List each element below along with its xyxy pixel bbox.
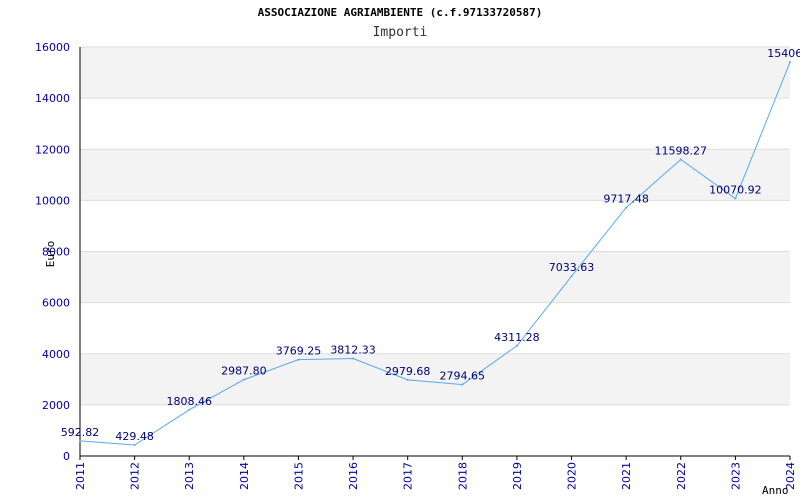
grid-band [80, 98, 790, 150]
y-tick-label: 10000 [35, 194, 70, 207]
data-point [352, 357, 355, 360]
data-label: 592.82 [61, 426, 100, 439]
data-label: 10070.92 [709, 184, 762, 197]
data-label: 2987.80 [221, 365, 267, 378]
data-point [297, 358, 300, 361]
data-label: 7033.63 [549, 261, 595, 274]
data-point [133, 444, 136, 447]
x-tick-label: 2019 [511, 462, 524, 490]
data-label: 11598.27 [655, 145, 708, 158]
data-label: 1808.46 [166, 395, 212, 408]
x-tick-label: 2016 [347, 462, 360, 490]
grid-band [80, 302, 790, 354]
y-tick-label: 2000 [42, 399, 70, 412]
y-tick-label: 16000 [35, 41, 70, 54]
data-point [461, 383, 464, 386]
x-tick-label: 2011 [74, 462, 87, 490]
y-tick-label: 6000 [42, 297, 70, 310]
data-point [679, 158, 682, 161]
x-tick-label: 2020 [566, 462, 579, 490]
x-tick-label: 2022 [675, 462, 688, 490]
data-label: 2794.65 [440, 370, 486, 383]
line-chart: 0200040006000800010000120001400016000 20… [35, 41, 800, 497]
data-label: 429.48 [115, 430, 154, 443]
data-label: 9717.48 [603, 193, 649, 206]
grid-band [80, 404, 790, 456]
data-point [625, 206, 628, 209]
data-point [570, 275, 573, 278]
data-label: 3769.25 [276, 345, 322, 358]
data-label: 2979.68 [385, 365, 431, 378]
x-axis-label: Anno [762, 484, 789, 497]
x-tick-label: 2023 [729, 462, 742, 490]
x-tick-label: 2013 [183, 462, 196, 490]
y-axis-label: Euro [44, 241, 57, 268]
grid-band [80, 251, 790, 303]
data-point [188, 408, 191, 411]
data-point [79, 439, 81, 442]
x-tick-label: 2017 [402, 462, 415, 490]
data-point [242, 378, 245, 381]
y-tick-label: 12000 [35, 143, 70, 156]
data-point [515, 344, 518, 347]
x-tick-label: 2014 [238, 462, 251, 490]
data-label: 15406.1 [767, 47, 800, 60]
x-tick-label: 2021 [620, 462, 633, 490]
data-point [734, 197, 737, 200]
y-tick-label: 14000 [35, 92, 70, 105]
data-label: 3812.33 [330, 344, 376, 357]
x-tick-label: 2012 [129, 462, 142, 490]
x-axis-ticks: 2011 2012 2013 2014 2015 2016 2017 2018 2019 2020… [74, 456, 797, 490]
data-point [789, 61, 791, 64]
x-tick-label: 2018 [456, 462, 469, 490]
grid-band [80, 47, 790, 99]
x-tick-label: 2015 [292, 462, 305, 490]
y-tick-label: 0 [63, 450, 70, 463]
grid-band [80, 200, 790, 252]
data-point [406, 378, 409, 381]
chart-container: ASSOCIAZIONE AGRIAMBIENTE (c.f.971337205… [0, 0, 800, 500]
data-label: 4311.28 [494, 331, 540, 344]
y-tick-label: 4000 [42, 348, 70, 361]
